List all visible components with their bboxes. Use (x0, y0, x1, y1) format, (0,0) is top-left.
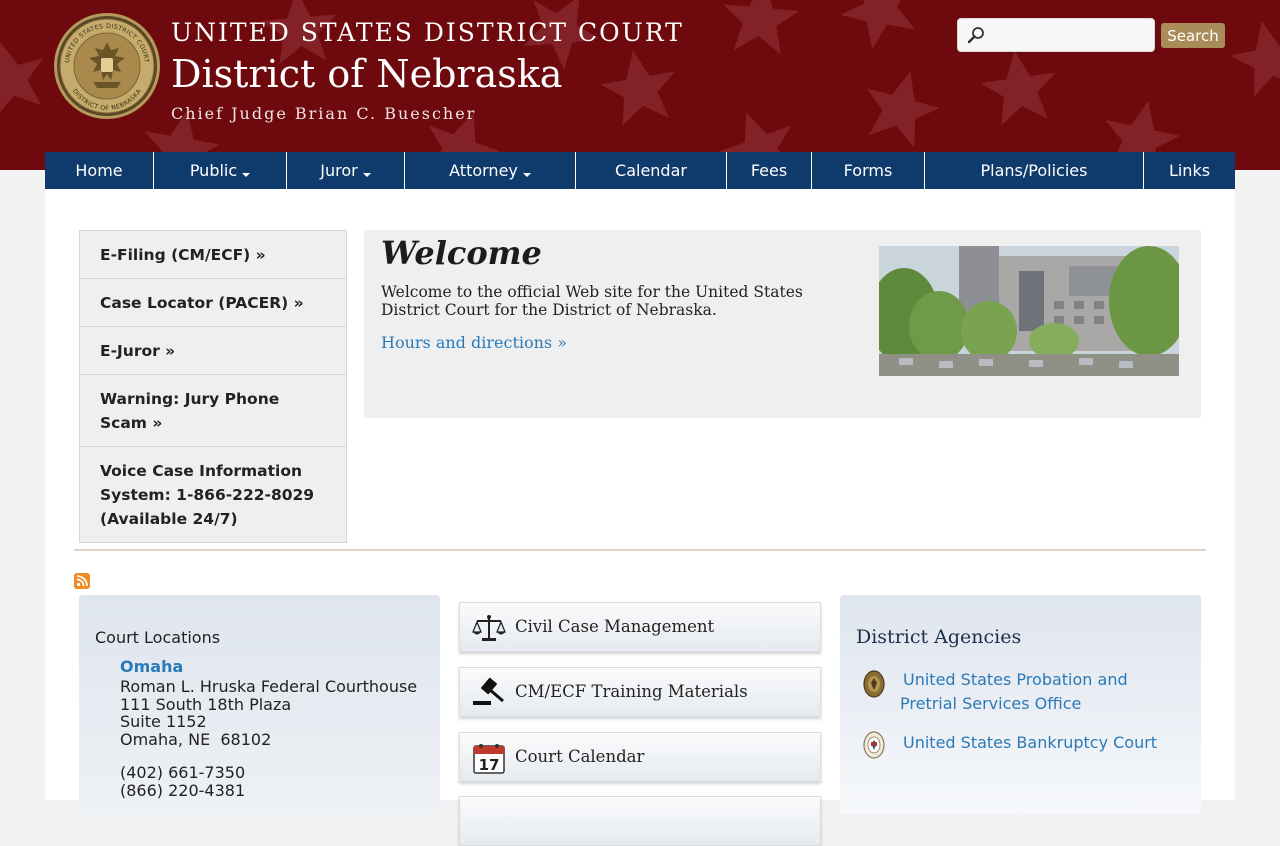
district-name[interactable]: District of Nebraska (171, 52, 562, 96)
quicklink-ejuror[interactable]: E-Juror » (80, 327, 346, 375)
next-card-button[interactable] (459, 796, 821, 846)
nav-item-forms[interactable]: Forms (812, 152, 925, 189)
nav-item-calendar[interactable]: Calendar (576, 152, 727, 189)
nav-item-plans-policies[interactable]: Plans/Policies (925, 152, 1144, 189)
nav-item-public[interactable]: Public (154, 152, 287, 189)
nav-item-attorney[interactable]: Attorney (405, 152, 576, 189)
district-agencies-title: District Agencies (856, 626, 1022, 648)
cm-ecf-training-button[interactable]: CM/ECF Training Materials (459, 667, 821, 717)
nav-label: Fees (750, 161, 788, 180)
search-input[interactable] (990, 25, 1154, 47)
court-seal-logo[interactable]: UNITED STATES DISTRICT COURT DISTRICT OF… (53, 12, 161, 120)
nav-label: Calendar (615, 161, 687, 180)
courthouse-photo (879, 246, 1179, 376)
location-phones: (402) 661-7350 (866) 220-4381 (120, 764, 245, 799)
district-agencies-panel: District Agencies United States Probatio… (840, 595, 1201, 815)
calendar-day: 17 (479, 756, 500, 774)
nav-item-links[interactable]: Links (1144, 152, 1235, 189)
court-name: UNITED STATES DISTRICT COURT (171, 18, 684, 47)
address-line: Suite 1152 (120, 712, 207, 731)
phone-number: (402) 661-7350 (120, 763, 246, 782)
nav-label: Forms (843, 161, 893, 180)
nav-label: Public (189, 161, 238, 180)
calendar-icon: 17 (473, 744, 505, 774)
search-button[interactable]: Search (1161, 23, 1225, 48)
rss-feed-icon[interactable] (74, 573, 90, 589)
welcome-title: Welcome (381, 234, 542, 272)
scales-icon (472, 615, 506, 641)
location-address: Roman L. Hruska Federal Courthouse 111 S… (120, 678, 417, 748)
nav-label: Plans/Policies (980, 161, 1088, 180)
caret-down-icon (242, 172, 251, 177)
caret-down-icon (362, 172, 371, 177)
nav-item-juror[interactable]: Juror (287, 152, 405, 189)
chief-judge: Chief Judge Brian C. Buescher (171, 104, 477, 123)
quicklinks-menu: E-Filing (CM/ECF) » Case Locator (PACER)… (79, 230, 347, 543)
nav-label: Home (75, 161, 123, 180)
address-line: Omaha, NE 68102 (120, 729, 272, 749)
nav-label: Links (1168, 161, 1211, 180)
main-nav: Home Public Juror Attorney Calendar Fees… (45, 152, 1235, 189)
card-label: CM/ECF Training Materials (515, 682, 748, 701)
card-label: Court Calendar (515, 747, 645, 766)
bankruptcy-court-link[interactable]: United States Bankruptcy Court (903, 731, 1183, 755)
court-calendar-button[interactable]: 17 Court Calendar (459, 732, 821, 782)
site-header: UNITED STATES DISTRICT COURT DISTRICT OF… (0, 0, 1280, 170)
civil-case-management-button[interactable]: Civil Case Management (459, 602, 821, 652)
phone-number: (866) 220-4381 (120, 780, 246, 800)
nav-item-home[interactable]: Home (45, 152, 154, 189)
nav-label: Attorney (449, 161, 518, 180)
probation-office-link[interactable]: United States Probation and Pretrial Ser… (900, 668, 1170, 716)
nav-item-fees[interactable]: Fees (727, 152, 812, 189)
quicklink-case-locator[interactable]: Case Locator (PACER) » (80, 279, 346, 327)
gavel-icon (473, 677, 504, 705)
caret-down-icon (522, 172, 531, 177)
address-line: Roman L. Hruska Federal Courthouse (120, 677, 418, 696)
address-line: 111 South 18th Plaza (120, 694, 292, 714)
location-city-link[interactable]: Omaha (120, 657, 183, 676)
quicklink-voice-case-info[interactable]: Voice Case Information System: 1-866-222… (80, 447, 346, 542)
search-box[interactable] (957, 18, 1155, 52)
nav-label: Juror (320, 161, 358, 180)
hours-directions-link[interactable]: Hours and directions » (381, 333, 567, 352)
probation-seal-icon (863, 670, 885, 698)
search-icon (967, 27, 984, 44)
bankruptcy-seal-icon (863, 731, 885, 759)
welcome-text: Welcome to the official Web site for the… (381, 283, 803, 319)
card-label: Civil Case Management (515, 617, 715, 636)
court-locations-title: Court Locations (95, 628, 221, 647)
court-locations-panel: Court Locations Omaha Roman L. Hruska Fe… (79, 595, 440, 815)
section-divider (74, 549, 1206, 551)
welcome-panel: Welcome Welcome to the official Web site… (364, 230, 1201, 418)
quicklink-efiling[interactable]: E-Filing (CM/ECF) » (80, 231, 346, 279)
quicklink-jury-scam-warning[interactable]: Warning: Jury Phone Scam » (80, 375, 346, 447)
